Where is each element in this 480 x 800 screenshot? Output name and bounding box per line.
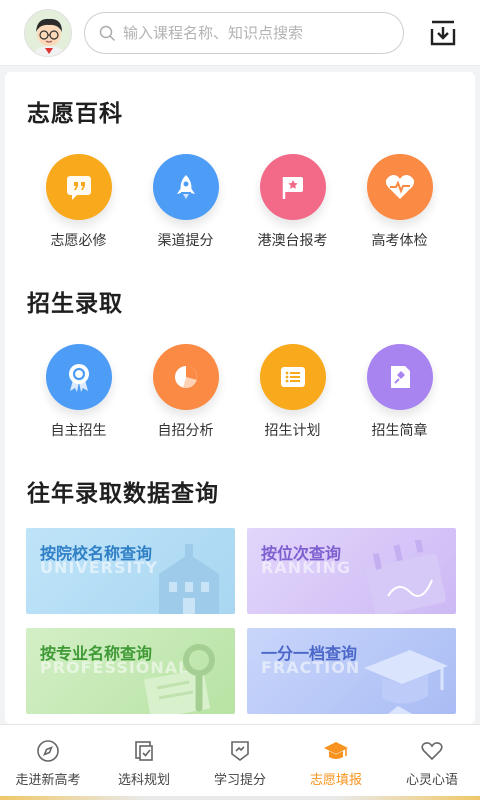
card-subtitle: FRACTION bbox=[261, 658, 361, 677]
tab-label: 学习提分 bbox=[213, 773, 266, 788]
grid-label: 港澳台报考 bbox=[257, 233, 328, 249]
admission-grid: 自主招生 自招分析 招生计划 招生简章 bbox=[5, 344, 475, 440]
grid-label: 招生简章 bbox=[371, 423, 428, 439]
tab-label: 志愿填报 bbox=[309, 773, 362, 788]
grid-item-independent[interactable]: 自主招生 bbox=[25, 344, 132, 440]
section-title-encyclopedia: 志愿百科 bbox=[27, 101, 123, 127]
heart-pulse-icon bbox=[366, 154, 433, 220]
magnifier-icon bbox=[143, 644, 215, 714]
cartoon-avatar-icon bbox=[25, 9, 71, 56]
list-icon bbox=[259, 344, 326, 410]
card-subtitle: UNIVERSITY bbox=[40, 558, 158, 577]
grid-label: 招生计划 bbox=[264, 423, 321, 439]
tab-label: 选科规划 bbox=[117, 773, 170, 788]
grid-label: 自主招生 bbox=[50, 423, 107, 439]
tab-label: 走进新高考 bbox=[15, 773, 81, 788]
heart-icon bbox=[421, 742, 443, 761]
calendar-icon bbox=[366, 540, 446, 614]
graduation-cap-icon bbox=[324, 742, 348, 759]
main-content: 志愿百科 志愿必修 渠道提分 港澳台报考 高考体检 招生录取 自主招生 自招分析… bbox=[5, 72, 475, 724]
selection-icon bbox=[135, 741, 153, 761]
card-by-major[interactable]: 按专业名称查询 PROFESSIONAL bbox=[26, 628, 235, 714]
bottom-tab-bar: 走进新高考 选科规划 学习提分 志愿填报 心灵心语 bbox=[0, 724, 480, 800]
section-title-admission: 招生录取 bbox=[27, 291, 123, 317]
card-by-score-band[interactable]: 一分一档查询 FRACTION bbox=[247, 628, 456, 714]
badge-chart-icon bbox=[231, 741, 249, 761]
document-icon bbox=[366, 344, 433, 410]
card-by-university[interactable]: 按院校名称查询 UNIVERSITY bbox=[26, 528, 235, 614]
grid-item-hmt[interactable]: 港澳台报考 bbox=[239, 154, 346, 250]
grid-item-channel[interactable]: 渠道提分 bbox=[132, 154, 239, 250]
tab-new-gaokao[interactable]: 走进新高考 bbox=[0, 725, 96, 800]
compass-icon bbox=[37, 740, 59, 762]
grid-label: 渠道提分 bbox=[157, 233, 214, 249]
grid-label: 自招分析 bbox=[157, 423, 214, 439]
flag-icon bbox=[259, 154, 326, 220]
card-subtitle: RANKING bbox=[261, 558, 351, 577]
section-title-query: 往年录取数据查询 bbox=[27, 481, 219, 507]
tab-subject-planning[interactable]: 选科规划 bbox=[96, 725, 192, 800]
tab-study-boost[interactable]: 学习提分 bbox=[192, 725, 288, 800]
grid-item-required[interactable]: 志愿必修 bbox=[25, 154, 132, 250]
tab-volunteer-filing[interactable]: 志愿填报 bbox=[288, 725, 384, 800]
grid-item-physical[interactable]: 高考体检 bbox=[346, 154, 453, 250]
search-placeholder: 输入课程名称、知识点搜索 bbox=[123, 24, 304, 42]
top-header: 输入课程名称、知识点搜索 bbox=[0, 0, 480, 66]
tab-label: 心灵心语 bbox=[405, 773, 458, 788]
grid-item-analysis[interactable]: 自招分析 bbox=[132, 344, 239, 440]
pie-chart-icon bbox=[152, 344, 219, 410]
grid-item-brochure[interactable]: 招生简章 bbox=[346, 344, 453, 440]
download-icon bbox=[430, 20, 456, 45]
school-building-icon bbox=[159, 544, 219, 614]
grid-label: 高考体检 bbox=[371, 233, 428, 249]
card-by-ranking[interactable]: 按位次查询 RANKING bbox=[247, 528, 456, 614]
award-badge-icon bbox=[45, 344, 112, 410]
search-icon bbox=[99, 25, 115, 41]
quote-bubble-icon bbox=[45, 154, 112, 220]
grid-label: 志愿必修 bbox=[50, 233, 107, 249]
avatar[interactable] bbox=[24, 8, 72, 57]
bottom-decor-strip bbox=[0, 796, 480, 800]
search-input[interactable]: 输入课程名称、知识点搜索 bbox=[84, 11, 404, 54]
graduation-cap-icon bbox=[364, 650, 448, 714]
grid-item-plan[interactable]: 招生计划 bbox=[239, 344, 346, 440]
download-button[interactable] bbox=[428, 18, 458, 48]
encyclopedia-grid: 志愿必修 渠道提分 港澳台报考 高考体检 bbox=[5, 154, 475, 250]
rocket-icon bbox=[152, 154, 219, 220]
tab-heart-words[interactable]: 心灵心语 bbox=[384, 725, 480, 800]
